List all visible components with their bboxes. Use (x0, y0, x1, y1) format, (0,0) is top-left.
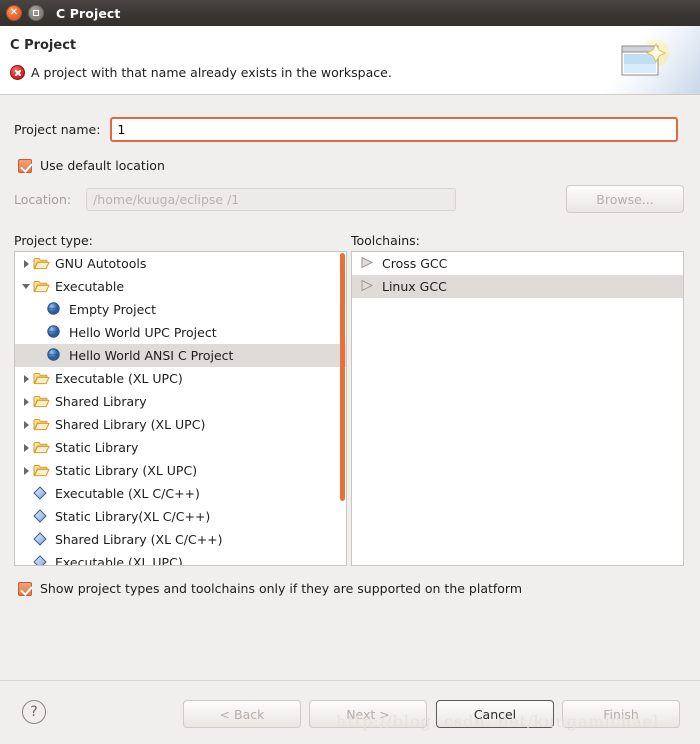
toolchain-item[interactable]: Linux GCC (352, 275, 683, 298)
project-type-item[interactable]: Shared Library (15, 390, 346, 413)
project-type-item-label: Shared Library (55, 394, 147, 409)
tree-twisty-placeholder (19, 505, 33, 528)
project-type-item-label: Executable (XL C/C++) (55, 486, 200, 501)
dialog-body: Project name: Use default location Locat… (0, 95, 700, 680)
play-icon (360, 279, 378, 295)
show-supported-row[interactable]: Show project types and toolchains only i… (18, 581, 522, 596)
project-type-item-label: Shared Library (XL C/C++) (55, 532, 223, 547)
toolchains-label: Toolchains: (351, 233, 420, 248)
folder-icon (33, 371, 51, 387)
project-name-row: Project name: (14, 117, 679, 142)
use-default-location-label: Use default location (40, 158, 165, 173)
play-icon (360, 256, 378, 272)
tree-twisty-placeholder (19, 551, 33, 565)
error-message: A project with that name already exists … (31, 65, 392, 80)
show-supported-checkbox[interactable] (18, 581, 32, 596)
diamond-icon (33, 508, 51, 525)
sphere-icon (47, 301, 65, 318)
show-supported-label: Show project types and toolchains only i… (40, 581, 523, 596)
location-input[interactable] (86, 188, 457, 211)
toolchain-item-label: Cross GCC (382, 256, 448, 271)
project-name-label: Project name: (14, 122, 101, 137)
project-type-item-label: Executable (XL UPC) (55, 555, 183, 566)
diamond-icon (33, 485, 51, 502)
project-type-item-label: Static Library (55, 440, 139, 455)
use-default-location-row[interactable]: Use default location (18, 158, 165, 173)
folder-icon (33, 463, 51, 479)
chevron-right-icon[interactable] (19, 436, 33, 459)
diamond-icon (33, 531, 51, 548)
project-type-tree[interactable]: GNU Autotools Executable Empty Project Hell… (14, 251, 347, 566)
project-type-item[interactable]: Shared Library (XL C/C++) (15, 528, 346, 551)
tree-twisty-placeholder (19, 528, 33, 551)
maximize-icon[interactable] (28, 5, 44, 21)
project-type-item[interactable]: Executable (XL UPC) (15, 367, 346, 390)
project-type-item-label: GNU Autotools (55, 256, 147, 271)
folder-icon (33, 440, 51, 456)
dialog-footer: ? < Back Next > Cancel Finish (0, 680, 700, 744)
project-type-item[interactable]: Hello World UPC Project (15, 321, 346, 344)
use-default-location-checkbox[interactable] (18, 158, 32, 173)
toolchains-list[interactable]: Cross GCC Linux GCC (351, 251, 684, 566)
folder-icon (33, 279, 51, 295)
project-type-item[interactable]: Executable (15, 275, 346, 298)
chevron-right-icon[interactable] (19, 413, 33, 436)
header-art (596, 26, 700, 94)
project-type-item[interactable]: Executable (XL UPC) (15, 551, 346, 566)
chevron-right-icon[interactable] (19, 252, 33, 275)
project-name-input[interactable] (110, 117, 679, 142)
project-type-item[interactable]: Empty Project (15, 298, 346, 321)
location-label: Location: (14, 192, 72, 207)
back-button[interactable]: < Back (183, 700, 301, 728)
next-button[interactable]: Next > (309, 700, 427, 728)
browse-button[interactable]: Browse... (566, 185, 684, 213)
project-type-item-label: Static Library (XL UPC) (55, 463, 198, 478)
folder-icon (33, 417, 51, 433)
project-type-item-label: Static Library(XL C/C++) (55, 509, 211, 524)
chevron-right-icon[interactable] (19, 367, 33, 390)
header-message-row: A project with that name already exists … (10, 65, 392, 80)
project-type-item[interactable]: Static Library (15, 436, 346, 459)
wizard-window-icon (621, 40, 669, 76)
cancel-button[interactable]: Cancel (436, 700, 554, 728)
location-row: Location: (14, 188, 457, 211)
folder-icon (33, 256, 51, 272)
project-type-item[interactable]: Shared Library (XL UPC) (15, 413, 346, 436)
diamond-icon (33, 554, 51, 565)
project-type-item-label: Hello World UPC Project (69, 325, 217, 340)
window-titlebar: ✕ C Project (0, 0, 700, 26)
page-title: C Project (10, 38, 77, 53)
error-icon (10, 65, 25, 80)
sphere-icon (47, 324, 65, 341)
chevron-right-icon[interactable] (19, 459, 33, 482)
project-type-label: Project type: (14, 233, 93, 248)
project-type-item[interactable]: Executable (XL C/C++) (15, 482, 346, 505)
project-type-item[interactable]: Static Library(XL C/C++) (15, 505, 346, 528)
finish-button[interactable]: Finish (562, 700, 680, 728)
dialog-header: C Project A project with that name alrea… (0, 26, 700, 95)
sphere-icon (47, 347, 65, 364)
close-icon[interactable]: ✕ (6, 5, 22, 21)
project-type-item[interactable]: GNU Autotools (15, 252, 346, 275)
project-type-item-label: Executable (XL UPC) (55, 371, 183, 386)
project-type-scrollbar[interactable] (340, 253, 345, 501)
project-type-item-label: Executable (55, 279, 125, 294)
toolchain-item[interactable]: Cross GCC (352, 252, 683, 275)
project-type-item-label: Empty Project (69, 302, 157, 317)
window-title: C Project (56, 5, 121, 21)
folder-icon (33, 394, 51, 410)
project-type-item[interactable]: Static Library (XL UPC) (15, 459, 346, 482)
tree-twisty-placeholder (19, 482, 33, 505)
help-icon[interactable]: ? (22, 700, 46, 724)
project-type-item-label: Shared Library (XL UPC) (55, 417, 206, 432)
project-type-item-label: Hello World ANSI C Project (69, 348, 234, 363)
project-type-item[interactable]: Hello World ANSI C Project (15, 344, 346, 367)
chevron-down-icon[interactable] (19, 275, 33, 298)
toolchain-item-label: Linux GCC (382, 279, 447, 294)
chevron-right-icon[interactable] (19, 390, 33, 413)
